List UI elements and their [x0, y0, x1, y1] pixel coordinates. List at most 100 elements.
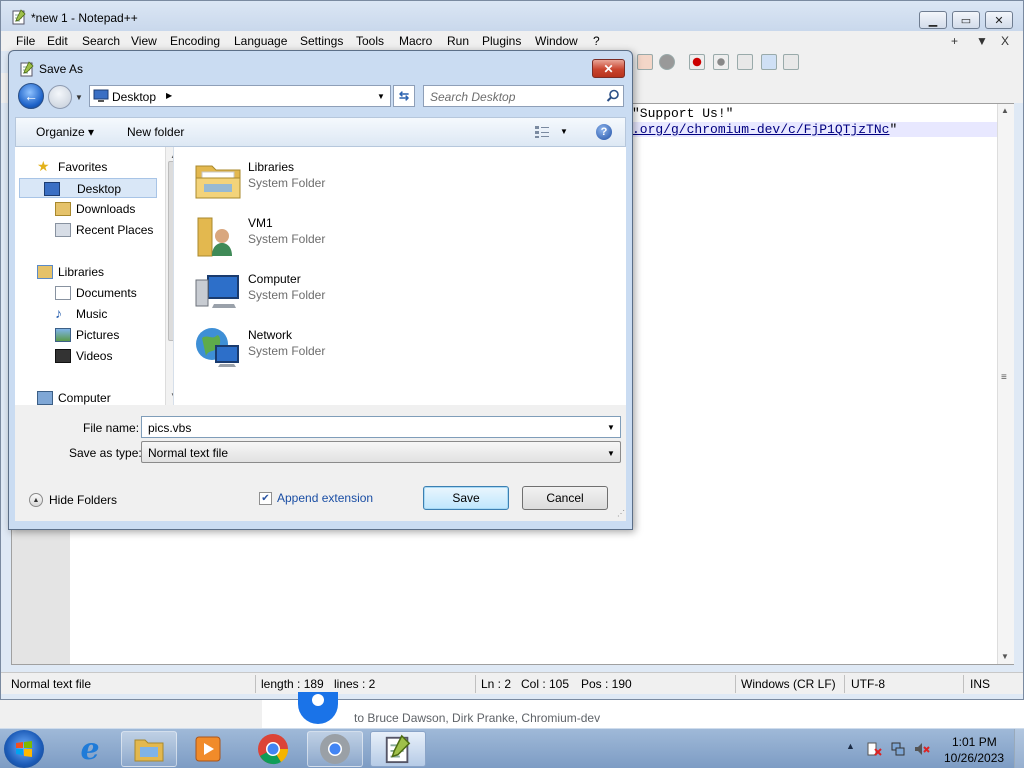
hide-folders-button[interactable]: ▲ Hide Folders [29, 491, 129, 509]
status-separator [735, 675, 736, 693]
show-hidden-icons-icon[interactable]: ▲ [846, 741, 855, 751]
minimize-button[interactable]: ▁ [919, 11, 947, 29]
nav-item-favorites[interactable]: ★ Favorites [15, 157, 155, 177]
code-line-current[interactable]: .org/g/chromium-dev/c/FjP1QTjzTNc" [632, 122, 997, 137]
scroll-up-icon[interactable]: ▲ [1001, 106, 1009, 115]
list-item[interactable]: Computer System Folder [194, 264, 394, 316]
address-bar[interactable]: Desktop ▶ ▼ [89, 85, 391, 107]
menu-plugins[interactable]: Plugins [482, 34, 521, 48]
nav-item-downloads[interactable]: Downloads [15, 199, 155, 219]
command-bar: Organize ▾ New folder ▼ ? [15, 117, 626, 147]
file-name-dropdown-icon[interactable]: ▼ [607, 423, 615, 432]
forward-button[interactable] [48, 85, 72, 109]
dialog-close-button[interactable]: ✕ [592, 59, 625, 78]
list-item[interactable]: Network System Folder [194, 320, 394, 372]
file-name-combobox[interactable]: ▼ [141, 416, 621, 438]
avatar [298, 692, 338, 724]
start-button[interactable] [4, 730, 44, 768]
menu-search[interactable]: Search [82, 34, 120, 48]
media-player-icon [195, 736, 221, 762]
menu-edit[interactable]: Edit [47, 34, 68, 48]
nav-item-videos[interactable]: Videos [15, 346, 155, 366]
append-extension-checkbox[interactable]: ✔ Append extension [259, 489, 379, 507]
save-button[interactable]: Save [423, 486, 509, 510]
record-macro-icon[interactable] [689, 54, 705, 70]
menu-language[interactable]: Language [234, 34, 287, 48]
nav-item-computer[interactable]: Computer [15, 388, 155, 405]
back-button[interactable]: ← [18, 83, 44, 109]
address-dropdown-icon[interactable]: ▼ [377, 92, 385, 101]
cancel-button[interactable]: Cancel [522, 486, 608, 510]
nav-item-documents[interactable]: Documents [15, 283, 155, 303]
refresh-button[interactable]: ⇆ [393, 85, 415, 107]
internet-explorer-taskbar-button[interactable]: e [62, 731, 118, 767]
menu-encoding[interactable]: Encoding [170, 34, 220, 48]
play-macro-icon[interactable] [737, 54, 753, 70]
tab-list-button[interactable]: ▼ [976, 34, 988, 48]
menu-window[interactable]: Window [535, 34, 578, 48]
save-as-type-dropdown-icon[interactable]: ▼ [607, 449, 615, 458]
maximize-button[interactable]: ▭ [952, 11, 980, 29]
save-as-type-select[interactable]: Normal text file ▼ [141, 441, 621, 463]
run-macro-multiple-icon[interactable] [761, 54, 777, 70]
menu-help[interactable]: ? [593, 34, 600, 48]
code-text: "Support Us!" [632, 106, 734, 121]
nav-item-pictures[interactable]: Pictures [15, 325, 155, 345]
clock-time[interactable]: 1:01 PM [952, 735, 997, 749]
nav-item-desktop[interactable]: Desktop [19, 178, 157, 198]
append-extension-label[interactable]: Append extension [277, 491, 373, 505]
network-status-icon[interactable] [890, 741, 906, 757]
chrome-taskbar-button[interactable] [245, 731, 301, 767]
navigation-scrollbar[interactable]: ▲ ▼ [165, 147, 173, 405]
code-line[interactable]: "Support Us!" [632, 106, 733, 121]
list-item[interactable]: Libraries System Folder [194, 152, 394, 204]
file-explorer-taskbar-button[interactable] [121, 731, 177, 767]
new-tab-button[interactable]: + [951, 34, 958, 48]
address-text[interactable]: Desktop [112, 90, 156, 104]
scroll-down-icon[interactable]: ▼ [1001, 652, 1009, 661]
close-button[interactable]: ✕ [985, 11, 1013, 29]
change-view-icon[interactable] [534, 125, 550, 139]
list-item[interactable]: VM1 System Folder [194, 208, 394, 260]
checkbox-checked-icon[interactable]: ✔ [259, 492, 272, 505]
menu-file[interactable]: File [16, 34, 35, 48]
file-name-field[interactable] [148, 420, 588, 435]
volume-muted-icon[interactable] [914, 741, 930, 757]
menu-view[interactable]: View [131, 34, 157, 48]
organize-button[interactable]: Organize ▾ [36, 125, 94, 139]
code-link[interactable]: .org/g/chromium-dev/c/FjP1QTjzTNc [632, 122, 889, 137]
window-title-bar[interactable]: *new 1 - Notepad++ ▁ ▭ ✕ [1, 1, 1023, 31]
chrome-dev-taskbar-button[interactable] [307, 731, 363, 767]
view-options-dropdown-icon[interactable]: ▼ [560, 127, 568, 136]
find-icon[interactable] [637, 54, 653, 70]
nav-item-music[interactable]: ♪ Music [15, 304, 155, 324]
videos-icon [55, 349, 71, 363]
nav-item-recent-places[interactable]: Recent Places [15, 220, 155, 240]
scroll-grip-icon[interactable]: ≡ [1001, 372, 1007, 383]
resize-grip-icon[interactable]: ⋰ [617, 509, 625, 518]
menu-tools[interactable]: Tools [356, 34, 384, 48]
dialog-bottom-panel: File name: ▼ Save as type: Normal text f… [15, 405, 626, 521]
search-input[interactable] [430, 89, 600, 104]
notepad-plus-plus-icon [12, 9, 26, 25]
action-center-icon[interactable] [866, 741, 882, 757]
breadcrumb-chevron-icon[interactable]: ▶ [166, 91, 172, 100]
new-folder-button[interactable]: New folder [127, 125, 184, 139]
recent-locations-icon[interactable]: ▼ [75, 93, 83, 102]
comment-icon[interactable] [659, 54, 675, 70]
nav-item-libraries[interactable]: Libraries [15, 262, 155, 282]
menu-run[interactable]: Run [447, 34, 469, 48]
clock-date[interactable]: 10/26/2023 [944, 751, 1004, 765]
search-icon[interactable] [606, 89, 620, 103]
menu-macro[interactable]: Macro [399, 34, 432, 48]
editor-scrollbar[interactable]: ▲ ≡ ▼ [997, 104, 1014, 664]
notepad-plus-plus-taskbar-button[interactable] [370, 731, 426, 767]
show-desktop-button[interactable] [1014, 729, 1024, 768]
menu-settings[interactable]: Settings [300, 34, 343, 48]
help-icon[interactable]: ? [596, 124, 612, 140]
stop-macro-icon[interactable] [713, 54, 729, 70]
save-macro-icon[interactable] [783, 54, 799, 70]
media-player-taskbar-button[interactable] [180, 731, 236, 767]
close-document-button[interactable]: X [1001, 34, 1009, 48]
search-box[interactable] [423, 85, 624, 107]
